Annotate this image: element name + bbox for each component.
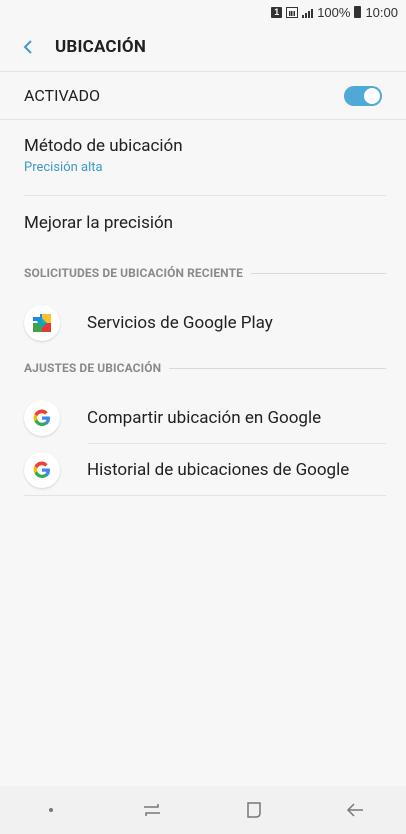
improve-accuracy-title: Mejorar la precisión [24, 213, 174, 233]
location-method-item[interactable]: Método de ubicación Precisión alta [24, 136, 386, 175]
recents-icon[interactable] [122, 790, 182, 830]
toggle-label: ACTIVADO [24, 86, 100, 105]
section-title: AJUSTES DE UBICACIÓN [24, 361, 162, 375]
location-settings-header: AJUSTES DE UBICACIÓN [24, 361, 386, 375]
app-row-share-location[interactable]: Compartir ubicación en Google [24, 395, 386, 441]
google-play-services-icon [24, 305, 60, 341]
data-signal-icon [286, 6, 299, 18]
app-label: Servicios de Google Play [87, 313, 273, 333]
dot-icon[interactable] [21, 790, 81, 830]
divider [24, 195, 386, 196]
back-arrow-icon[interactable] [325, 790, 385, 830]
app-bar: UBICACIÓN [0, 24, 406, 70]
sim-icon: 1 [271, 6, 283, 18]
status-bar: 1 100% 10:00 [0, 0, 406, 24]
location-method-value: Precisión alta [24, 160, 103, 175]
google-g-icon [24, 452, 60, 488]
divider [24, 495, 386, 496]
battery-icon [354, 6, 362, 18]
section-line [250, 272, 386, 274]
google-g-icon [24, 400, 60, 436]
section-title: SOLICITUDES DE UBICACIÓN RECIENTE [24, 266, 243, 280]
app-label: Historial de ubicaciones de Google [87, 460, 350, 480]
signal-strength-icon [302, 7, 314, 18]
recent-requests-header: SOLICITUDES DE UBICACIÓN RECIENTE [24, 266, 386, 280]
location-method-title: Método de ubicación [24, 136, 183, 156]
app-row-location-history[interactable]: Historial de ubicaciones de Google [24, 447, 386, 493]
battery-percent: 100% [317, 4, 351, 20]
app-label: Compartir ubicación en Google [87, 408, 322, 428]
home-icon[interactable] [224, 790, 284, 830]
page-title: UBICACIÓN [55, 37, 147, 57]
improve-accuracy-item[interactable]: Mejorar la precisión [24, 213, 386, 233]
divider [88, 443, 386, 444]
location-toggle-row[interactable]: ACTIVADO [0, 71, 406, 120]
switch-knob [364, 87, 380, 104]
section-line [169, 367, 386, 369]
location-switch[interactable] [344, 85, 382, 106]
chevron-left-icon[interactable] [16, 35, 40, 59]
navigation-bar [0, 786, 406, 834]
clock: 10:00 [365, 4, 398, 20]
app-row-google-play-services[interactable]: Servicios de Google Play [24, 300, 386, 346]
